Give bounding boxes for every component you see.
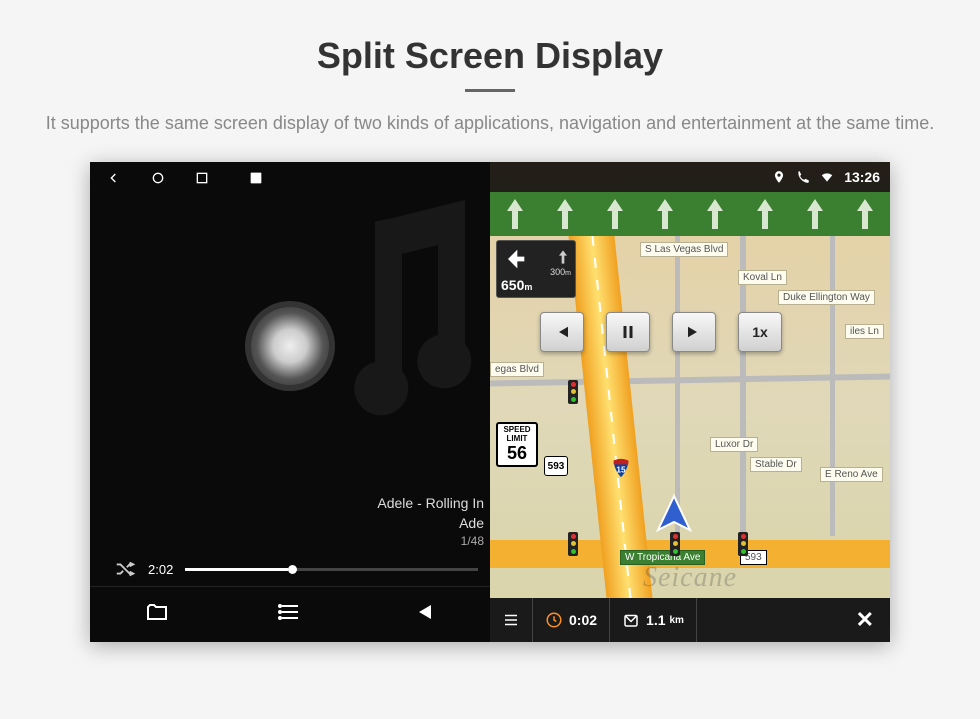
music-player-pane: Adele - Rolling In Ade 1/48 2:02 xyxy=(90,162,490,642)
lane-arrow-icon xyxy=(554,199,576,229)
traffic-light-icon xyxy=(568,380,578,404)
playlist-icon[interactable] xyxy=(278,600,302,629)
track-metadata: Adele - Rolling In Ade 1/48 xyxy=(90,494,490,550)
music-bottom-bar xyxy=(90,586,490,642)
turn-ahead-icon xyxy=(555,249,571,265)
navigation-pane: 13:26 S Las Vegas Blvd Koval Ln Duke Ell… xyxy=(490,162,890,642)
device-frame: Adele - Rolling In Ade 1/48 2:02 xyxy=(90,162,890,642)
eta-segment[interactable]: 0:02 xyxy=(533,598,610,642)
interstate-shield-icon: 15 xyxy=(610,457,632,479)
lane-arrow-icon xyxy=(804,199,826,229)
road-minor xyxy=(830,236,835,536)
next-turn-unit: m xyxy=(565,270,571,277)
album-art-area xyxy=(90,198,490,494)
turn-instruction-panel: 300m 650m xyxy=(496,240,576,298)
folder-icon[interactable] xyxy=(145,600,169,629)
road-label: Koval Ln xyxy=(738,270,787,285)
lane-guidance-bar xyxy=(490,192,890,236)
track-artist: Ade xyxy=(90,514,484,534)
route-shield: 593 xyxy=(544,456,568,476)
skip-forward-button[interactable] xyxy=(672,312,716,352)
clock-time: 13:26 xyxy=(844,169,880,185)
traffic-light-icon xyxy=(738,532,748,556)
track-counter: 1/48 xyxy=(90,533,484,550)
road-label: Duke Ellington Way xyxy=(778,290,875,305)
phone-icon xyxy=(796,170,810,184)
music-note-icon xyxy=(330,198,510,418)
status-bar: 13:26 xyxy=(490,162,890,192)
traffic-light-icon xyxy=(568,532,578,556)
road-label: iles Ln xyxy=(845,324,884,339)
android-nav-bar xyxy=(90,162,490,198)
location-icon xyxy=(772,170,786,184)
page-subtitle: It supports the same screen display of t… xyxy=(40,110,940,137)
road-label: Stable Dr xyxy=(750,457,802,472)
wifi-icon xyxy=(820,170,834,184)
road-koval xyxy=(740,236,746,566)
track-title: Adele - Rolling In xyxy=(90,494,484,514)
gallery-icon[interactable] xyxy=(248,170,264,191)
progress-row: 2:02 xyxy=(90,550,490,586)
remaining-distance: 1.1 xyxy=(646,612,665,628)
svg-text:15: 15 xyxy=(616,466,626,475)
distance-segment[interactable]: 1.1 km xyxy=(610,598,697,642)
speed-limit-sign: SPEED LIMIT 56 xyxy=(496,422,538,467)
previous-track-icon[interactable] xyxy=(411,600,435,629)
media-control-overlay: 1x xyxy=(540,312,782,352)
distance-unit: km xyxy=(670,615,684,626)
menu-button[interactable] xyxy=(490,598,533,642)
road-label: egas Blvd xyxy=(490,362,544,377)
page-title: Split Screen Display xyxy=(0,0,980,77)
road-label: S Las Vegas Blvd xyxy=(640,242,728,257)
lane-arrow-icon xyxy=(604,199,626,229)
eta-time: 0:02 xyxy=(569,612,597,628)
back-icon[interactable] xyxy=(106,170,122,191)
recents-icon[interactable] xyxy=(194,170,210,191)
close-button[interactable]: ✕ xyxy=(840,607,890,633)
turn-distance: 650 xyxy=(501,277,524,293)
lane-arrow-icon xyxy=(654,199,676,229)
speed-button[interactable]: 1x xyxy=(738,312,782,352)
skip-back-button[interactable] xyxy=(540,312,584,352)
speed-value: 56 xyxy=(498,444,536,464)
turn-left-icon xyxy=(501,245,529,273)
next-turn-distance: 300 xyxy=(550,267,565,277)
nav-bottom-bar: 0:02 1.1 km ✕ xyxy=(490,598,890,642)
road-label: Luxor Dr xyxy=(710,437,758,452)
road-label: E Reno Ave xyxy=(820,467,883,482)
watermark: Seicane xyxy=(643,562,737,594)
progress-bar[interactable] xyxy=(185,568,478,571)
lane-arrow-icon xyxy=(704,199,726,229)
home-icon[interactable] xyxy=(150,170,166,191)
turn-unit: m xyxy=(524,282,532,292)
lane-arrow-icon xyxy=(504,199,526,229)
title-underline xyxy=(465,89,515,92)
navigation-cursor-icon xyxy=(652,492,696,536)
shuffle-icon[interactable] xyxy=(114,558,136,580)
elapsed-time: 2:02 xyxy=(148,562,173,577)
cd-spinner xyxy=(245,301,335,391)
pause-button[interactable] xyxy=(606,312,650,352)
lane-arrow-icon xyxy=(854,199,876,229)
lane-arrow-icon xyxy=(754,199,776,229)
